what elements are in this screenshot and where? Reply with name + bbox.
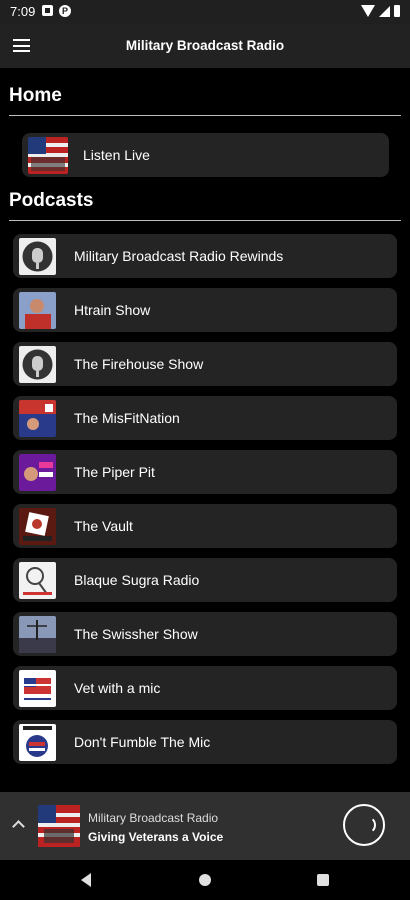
flag-art-thumbnail xyxy=(28,137,68,174)
loading-spinner-icon xyxy=(358,816,376,834)
podcast-label: The Swissher Show xyxy=(74,626,198,642)
podcast-label: The Firehouse Show xyxy=(74,356,204,372)
podcast-item-misfitnation[interactable]: The MisFitNation xyxy=(13,396,397,440)
play-pause-button[interactable] xyxy=(343,804,385,846)
podcast-item-piper-pit[interactable]: The Piper Pit xyxy=(13,450,397,494)
podcast-label: The MisFitNation xyxy=(74,410,180,426)
host-photo-thumbnail xyxy=(19,454,56,491)
host-photo-thumbnail xyxy=(19,292,56,329)
system-icons xyxy=(361,5,400,17)
signal-icon xyxy=(379,5,390,17)
vault-logo-thumbnail xyxy=(19,508,56,545)
host-photo-thumbnail xyxy=(19,400,56,437)
home-icon[interactable] xyxy=(199,874,211,886)
wifi-icon xyxy=(361,5,375,17)
status-time: 7:09 xyxy=(10,4,36,19)
mini-player[interactable]: Military Broadcast Radio Giving Veterans… xyxy=(0,792,410,860)
app-title: Military Broadcast Radio xyxy=(125,38,285,53)
microphone-sketch-thumbnail xyxy=(19,562,56,599)
flag-logo-thumbnail xyxy=(19,724,56,761)
podcast-label: Military Broadcast Radio Rewinds xyxy=(74,248,284,264)
podcast-item-rewinds[interactable]: Military Broadcast Radio Rewinds xyxy=(13,234,397,278)
flag-logo-thumbnail xyxy=(19,670,56,707)
player-subtitle: Giving Veterans a Voice xyxy=(88,830,224,844)
status-bar: 7:09 P xyxy=(0,0,410,24)
podcast-item-swissher[interactable]: The Swissher Show xyxy=(13,612,397,656)
podcast-label: Htrain Show xyxy=(74,302,151,318)
battery-icon xyxy=(394,5,400,17)
landscape-thumbnail xyxy=(19,616,56,653)
podcast-item-vault[interactable]: The Vault xyxy=(13,504,397,548)
podcasts-heading: Podcasts xyxy=(9,190,94,211)
recent-apps-icon[interactable] xyxy=(317,874,329,886)
microphone-logo-thumbnail xyxy=(19,346,56,383)
podcast-label: The Piper Pit xyxy=(74,464,155,480)
podcast-label: Don't Fumble The Mic xyxy=(74,734,211,750)
podcasts-divider xyxy=(9,220,401,221)
system-nav-bar xyxy=(0,860,410,900)
podcast-label: The Vault xyxy=(74,518,133,534)
podcast-label: Vet with a mic xyxy=(74,680,161,696)
microphone-logo-thumbnail xyxy=(19,238,56,275)
player-artwork xyxy=(38,805,80,847)
home-heading: Home xyxy=(9,85,62,106)
notification-circle-icon: P xyxy=(59,5,71,17)
podcast-label: Blaque Sugra Radio xyxy=(74,572,200,588)
podcast-item-dont-fumble-the-mic[interactable]: Don't Fumble The Mic xyxy=(13,720,397,764)
podcast-item-blaque-sugra[interactable]: Blaque Sugra Radio xyxy=(13,558,397,602)
app-bar: Military Broadcast Radio xyxy=(0,24,410,68)
home-divider xyxy=(9,115,401,116)
chevron-up-icon[interactable] xyxy=(12,820,25,833)
back-icon[interactable] xyxy=(81,873,91,887)
podcast-item-firehouse[interactable]: The Firehouse Show xyxy=(13,342,397,386)
podcast-item-vet-with-a-mic[interactable]: Vet with a mic xyxy=(13,666,397,710)
notification-icons: P xyxy=(42,5,71,17)
notification-square-icon xyxy=(42,5,53,16)
podcast-item-htrain[interactable]: Htrain Show xyxy=(13,288,397,332)
listen-live-item[interactable]: Listen Live xyxy=(22,133,389,177)
player-title: Military Broadcast Radio xyxy=(88,811,219,825)
listen-live-label: Listen Live xyxy=(83,147,150,163)
